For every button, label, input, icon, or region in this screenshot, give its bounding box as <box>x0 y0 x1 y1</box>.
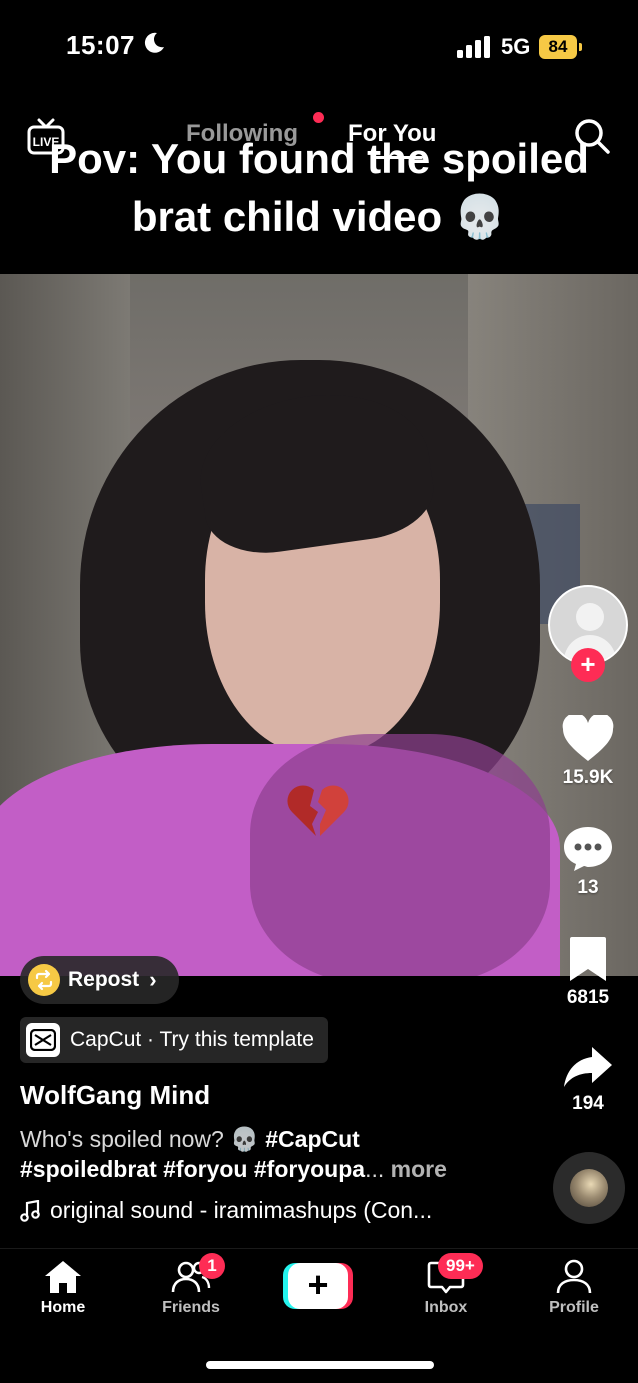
profile-icon <box>556 1259 592 1294</box>
comment-button[interactable]: 13 <box>548 825 628 899</box>
save-count: 6815 <box>566 987 610 1008</box>
tab-for-you[interactable]: For You <box>348 120 436 148</box>
follow-button[interactable]: + <box>571 648 605 682</box>
more-link[interactable]: more <box>391 1156 447 1182</box>
tab-inbox-label: Inbox <box>424 1299 468 1316</box>
battery-icon: 84 <box>539 35 577 59</box>
signal-icon <box>457 36 490 58</box>
tab-following[interactable]: Following <box>186 120 298 148</box>
comment-icon <box>564 827 612 871</box>
tab-inbox[interactable]: Inbox 99+ <box>396 1253 496 1317</box>
share-arrow-icon <box>564 1047 612 1087</box>
avatar-placeholder-head <box>576 603 604 631</box>
network-type: 5G <box>501 34 531 59</box>
share-button[interactable]: 194 <box>548 1045 628 1115</box>
save-button[interactable]: 6815 <box>548 935 628 1009</box>
capcut-template-button[interactable]: CapCut · Try this template <box>20 1017 328 1063</box>
moon-icon <box>144 32 164 53</box>
hashtag-capcut[interactable]: #CapCut <box>265 1126 360 1152</box>
broken-heart-icon <box>287 785 349 836</box>
status-time: 15:07 <box>66 30 135 60</box>
tab-home[interactable]: Home <box>13 1259 113 1317</box>
tab-friends[interactable]: Friends 1 <box>141 1253 241 1317</box>
home-icon <box>45 1261 81 1293</box>
repost-icon <box>28 964 60 996</box>
tab-profile[interactable]: Profile <box>524 1259 624 1317</box>
video-player[interactable] <box>0 274 638 976</box>
share-count: 194 <box>572 1093 604 1114</box>
hashtags[interactable]: #spoiledbrat #foryou #foryoupa <box>20 1156 365 1182</box>
post-description[interactable]: Who's spoiled now? 💀 #CapCut #spoiledbra… <box>20 1124 540 1184</box>
inbox-badge: 99+ <box>438 1253 483 1279</box>
music-disc-cover <box>570 1169 608 1207</box>
repost-label: Repost <box>68 968 140 991</box>
repost-button[interactable]: Repost › <box>20 956 179 1004</box>
tab-profile-label: Profile <box>549 1299 599 1316</box>
music-note-icon <box>20 1199 40 1222</box>
like-count: 15.9K <box>562 767 614 788</box>
chevron-right-icon: › <box>149 967 157 992</box>
bookmark-icon <box>570 937 606 981</box>
battery-tip <box>579 43 582 51</box>
caption-line-2: brat child video 💀 <box>131 193 507 240</box>
author-name[interactable]: WolfGang Mind <box>20 1080 210 1111</box>
comment-count: 13 <box>577 877 599 898</box>
description-ellipsis: ... <box>365 1156 391 1182</box>
tab-friends-label: Friends <box>162 1299 220 1316</box>
video-subject-shadow <box>250 734 550 976</box>
tab-home-label: Home <box>40 1299 86 1316</box>
following-new-dot <box>313 112 324 123</box>
music-disc[interactable] <box>553 1152 625 1224</box>
live-tv-icon[interactable]: LIVE <box>26 118 66 156</box>
create-button[interactable]: + <box>283 1263 353 1309</box>
top-nav: LIVE Following For You <box>0 112 638 162</box>
search-icon[interactable] <box>572 116 612 156</box>
description-text: Who's spoiled now? 💀 <box>20 1126 266 1152</box>
live-label: LIVE <box>33 135 60 149</box>
sound-label: original sound - iramimashups (Con... <box>50 1197 433 1223</box>
capcut-label: CapCut · Try this template <box>70 1028 314 1051</box>
capcut-icon <box>26 1023 60 1057</box>
sound-info[interactable]: original sound - iramimashups (Con... <box>20 1197 432 1224</box>
like-button[interactable]: 15.9K <box>548 715 628 789</box>
status-bar: 15:07 5G 84 <box>0 0 638 90</box>
friends-badge: 1 <box>199 1253 225 1279</box>
home-indicator <box>206 1361 434 1369</box>
heart-icon <box>562 715 614 761</box>
plus-icon: + <box>288 1263 348 1309</box>
tab-active-indicator <box>375 156 423 159</box>
